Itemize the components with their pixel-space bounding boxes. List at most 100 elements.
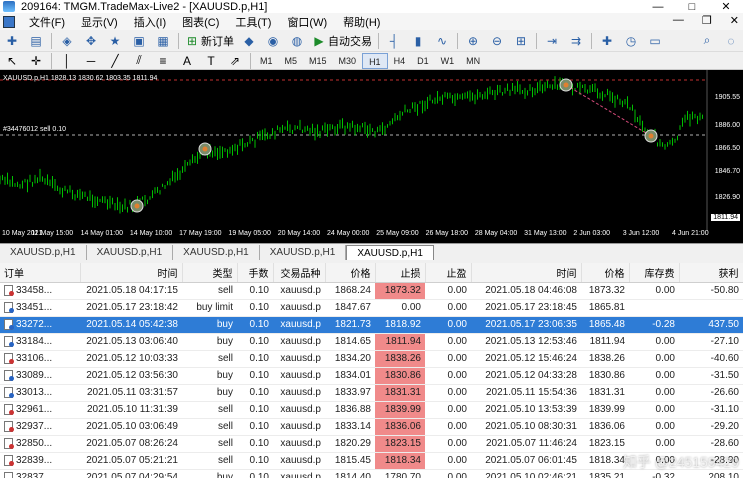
col-profit-header[interactable]: 获利 — [679, 263, 743, 283]
chart-shift-icon[interactable]: ⇥ — [542, 32, 562, 50]
navigator-icon[interactable]: ★ — [105, 32, 125, 50]
candlestick-icon[interactable]: ▮ — [408, 32, 428, 50]
col-price-header[interactable]: 价格 — [325, 263, 376, 283]
col-tp-header[interactable]: 止盈 — [425, 263, 472, 283]
table-row[interactable]: 32937... 2021.05.10 03:06:49 sell 0.10 xauus… — [0, 418, 743, 436]
chart-window-icon[interactable] — [3, 15, 15, 28]
fibonacci-icon[interactable]: ≡ — [153, 52, 173, 70]
channel-icon[interactable]: ⫽ — [129, 52, 149, 70]
menu-window[interactable]: 窗口(W) — [279, 14, 335, 30]
time-tick: 28 May 04:00 — [474, 230, 518, 237]
indicators-icon[interactable]: ✚ — [597, 32, 617, 50]
search-icon[interactable]: ⌕ — [697, 32, 717, 50]
col-lots-header[interactable]: 手数 — [237, 263, 274, 283]
cell-order: 32839... — [0, 452, 80, 470]
auto-trading-button[interactable]: ▶ 自动交易 — [312, 33, 372, 49]
templates-icon[interactable]: ▭ — [645, 32, 665, 50]
chart-tab[interactable]: XAUUSD.p,H1 — [0, 245, 87, 260]
label-icon[interactable]: T — [201, 52, 221, 70]
chart-canvas[interactable] — [0, 70, 743, 243]
col-symbol-header[interactable]: 交易品种 — [273, 263, 326, 283]
cell-tp: 0.00 — [425, 367, 471, 385]
chart-tab[interactable]: XAUUSD.p,H1 — [87, 245, 174, 260]
table-row[interactable]: 32850... 2021.05.07 08:26:24 sell 0.10 xauus… — [0, 435, 743, 453]
crosshair-icon[interactable]: ✛ — [26, 52, 46, 70]
menu-insert[interactable]: 插入(I) — [126, 14, 174, 30]
tile-windows-icon[interactable]: ⊞ — [511, 32, 531, 50]
timeframe-m15-button[interactable]: M15 — [303, 53, 333, 69]
new-chart-icon[interactable]: ✚ — [2, 32, 22, 50]
table-row[interactable]: 33272... 2021.05.14 05:42:38 buy 0.10 xauusd… — [0, 316, 743, 334]
menu-file[interactable]: 文件(F) — [21, 14, 73, 30]
terminal-icon[interactable]: ▣ — [129, 32, 149, 50]
cell-lots: 0.10 — [237, 350, 273, 368]
market-icon[interactable]: ◍ — [287, 32, 307, 50]
chart-tab[interactable]: XAUUSD.p,H1 — [260, 245, 347, 260]
menu-tools[interactable]: 工具(T) — [227, 14, 279, 30]
maximize-button[interactable]: □ — [675, 0, 709, 13]
profiles-icon[interactable]: ▤ — [26, 32, 46, 50]
timeframe-h1-button[interactable]: H1 — [362, 52, 388, 69]
trendline-icon[interactable]: ╱ — [105, 52, 125, 70]
cell-price: 1815.45 — [325, 452, 375, 470]
col-type-header[interactable]: 类型 — [182, 263, 238, 283]
timeframe-m5-button[interactable]: M5 — [279, 53, 304, 69]
timeframe-h4-button[interactable]: H4 — [388, 53, 412, 69]
timeframe-d1-button[interactable]: D1 — [411, 53, 435, 69]
cell-tp: 0.00 — [425, 350, 471, 368]
arrow-icon[interactable]: ⇗ — [225, 52, 245, 70]
cell-profit: -26.60 — [679, 384, 743, 402]
menu-charts[interactable]: 图表(C) — [174, 14, 227, 30]
trade-marker-dot — [648, 133, 654, 139]
cell-close-price: 1865.48 — [581, 316, 629, 334]
col-close-time-header[interactable]: 时间 — [471, 263, 582, 283]
col-sl-header[interactable]: 止损 — [375, 263, 426, 283]
timeframe-w1-button[interactable]: W1 — [435, 53, 461, 69]
timeframe-mn-button[interactable]: MN — [460, 53, 486, 69]
col-close-price-header[interactable]: 价格 — [581, 263, 630, 283]
zoom-in-icon[interactable]: ⊕ — [463, 32, 483, 50]
data-window-icon[interactable]: ✥ — [81, 32, 101, 50]
minimize-button[interactable]: — — [641, 0, 675, 13]
cell-symbol: xauusd.p — [273, 418, 325, 436]
auto-scroll-icon[interactable]: ⇉ — [566, 32, 586, 50]
bar-chart-icon[interactable]: ┤ — [384, 32, 404, 50]
zoom-out-icon[interactable]: ⊖ — [487, 32, 507, 50]
new-order-button[interactable]: ⊞ 新订单 — [185, 33, 234, 49]
horizontal-line-icon[interactable]: ─ — [81, 52, 101, 70]
price-chart[interactable]: XAUUSD.p,H1 1828.13 1830.62 1803.35 1811… — [0, 70, 743, 243]
periods-icon[interactable]: ◷ — [621, 32, 641, 50]
close-button[interactable]: ✕ — [709, 0, 743, 13]
child-minimize-button[interactable]: — — [673, 14, 684, 27]
cell-open-time: 2021.05.10 03:06:49 — [80, 418, 182, 436]
vertical-line-icon[interactable]: │ — [57, 52, 77, 70]
chart-tab[interactable]: XAUUSD.p,H1 — [346, 245, 434, 260]
table-row[interactable]: 33458... 2021.05.18 04:17:15 sell 0.10 xauus… — [0, 282, 743, 300]
signals-icon[interactable]: ◉ — [263, 32, 283, 50]
time-tick: 20 May 14:00 — [277, 230, 321, 237]
line-chart-icon[interactable]: ∿ — [432, 32, 452, 50]
chart-tab[interactable]: XAUUSD.p,H1 — [173, 245, 260, 260]
table-row[interactable]: 33013... 2021.05.11 03:31:57 buy 0.10 xauusd… — [0, 384, 743, 402]
table-row[interactable]: 33451... 2021.05.17 23:18:42 buy limit 0.10… — [0, 299, 743, 317]
metaeditor-icon[interactable]: ◆ — [239, 32, 259, 50]
table-row[interactable]: 33184... 2021.05.13 03:06:40 buy 0.10 xauusd… — [0, 333, 743, 351]
col-swap-header[interactable]: 库存费 — [629, 263, 680, 283]
menu-view[interactable]: 显示(V) — [73, 14, 126, 30]
table-row[interactable]: 33106... 2021.05.12 10:03:33 sell 0.10 xauus… — [0, 350, 743, 368]
col-open-time-header[interactable]: 时间 — [80, 263, 183, 283]
table-row[interactable]: 32961... 2021.05.10 11:31:39 sell 0.10 xauus… — [0, 401, 743, 419]
text-icon[interactable]: A — [177, 52, 197, 70]
menu-help[interactable]: 帮助(H) — [335, 14, 388, 30]
strategy-tester-icon[interactable]: ▦ — [153, 32, 173, 50]
child-close-button[interactable]: ✕ — [730, 14, 739, 27]
cell-symbol: xauusd.p — [273, 299, 325, 317]
chat-icon[interactable]: ◌ — [721, 32, 741, 50]
child-restore-button[interactable]: ❐ — [702, 14, 712, 27]
cursor-icon[interactable]: ↖ — [2, 52, 22, 70]
market-watch-icon[interactable]: ◈ — [57, 32, 77, 50]
table-row[interactable]: 33089... 2021.05.12 03:56:30 buy 0.10 xauusd… — [0, 367, 743, 385]
timeframe-m30-button[interactable]: M30 — [333, 53, 363, 69]
col-order-header[interactable]: 订单 — [0, 263, 81, 283]
timeframe-m1-button[interactable]: M1 — [254, 53, 279, 69]
